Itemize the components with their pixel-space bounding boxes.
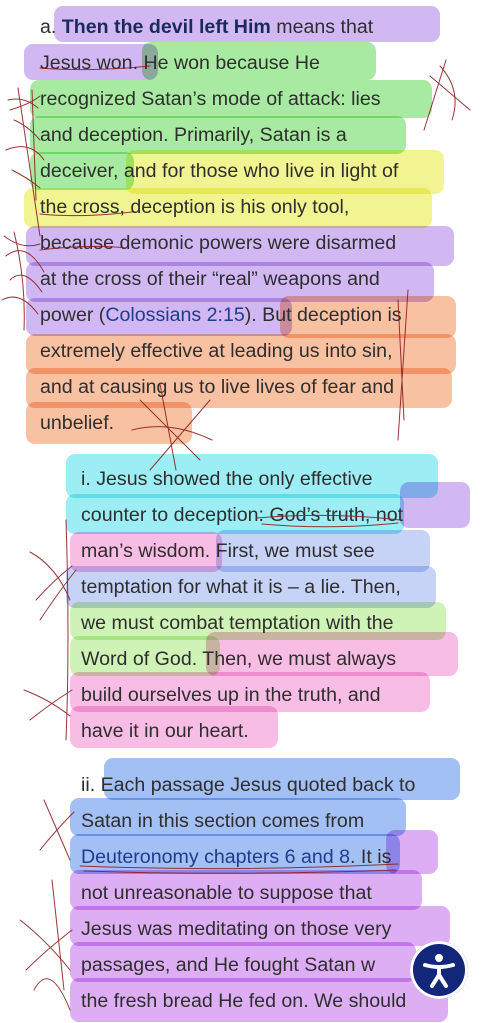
text-line: build ourselves up in the truth, and [81,684,381,706]
text-line: temptation for what it is – a lie. Then, [81,576,401,598]
highlight-violet [386,830,438,874]
text-line: ii. Each passage Jesus quoted back to [81,774,416,796]
text-line: Jesus was meditating on those very [81,918,392,940]
ink-margin-line [65,519,69,741]
text-line: Word of God. Then, we must always [81,648,397,670]
verse-phrase-bold: Then the devil left Him [61,16,271,38]
text-line: Deuteronomy chapters 6 and 8. It is [81,839,391,875]
ink-scribble [19,919,73,1011]
text-line: and deception. Primarily, Satan is a [40,124,347,146]
text-span: . He won because He [132,52,320,74]
text-line: deceiver, and for those who live in ligh… [40,160,399,182]
text-span: means that [270,16,374,38]
text-line: recognized Satan’s mode of attack: lies [40,88,381,110]
scripture-link-colossians[interactable]: Colossians 2:15 [105,304,244,326]
text-line: and at causing us to live lives of fear … [40,376,394,398]
text-line: power (Colossians 2:15). But deception i… [40,297,402,333]
text-line: the fresh bread He fed on. We should [81,990,407,1012]
text-line: Jesus won. He won because He [40,45,320,81]
text-span: power ( [40,304,106,326]
text-line: the cross, deception is his only tool, [40,196,350,218]
ink-margin-line [13,231,25,331]
accessibility-icon [423,954,455,988]
text-line: counter to deception: God’s truth, not [81,504,404,526]
highlight-purple [400,482,470,528]
ink-scribble [23,689,73,721]
text-span: Jesus won [40,52,133,74]
scripture-link-deuteronomy[interactable]: Deuteronomy chapters 6 and 8 [81,846,350,868]
text-line: unbelief. [40,412,115,434]
text-span: . It is [350,846,392,868]
text-line: because demonic powers were disarmed [40,232,397,254]
accessibility-button[interactable] [410,941,468,999]
list-marker: a. [40,16,62,38]
text-line: not unreasonable to suppose that [81,882,372,904]
text-line: i. Jesus showed the only effective [81,468,373,490]
text-line: passages, and He fought Satan w [81,954,376,976]
text-line: extremely effective at leading us into s… [40,340,393,362]
text-line: at the cross of their “real” weapons and [40,268,380,290]
text-line: a. Then the devil left Him means that [40,9,373,45]
text-line: Satan in this section comes from [81,810,365,832]
text-line: man’s wisdom. First, we must see [81,540,375,562]
text-line: have it in our heart. [81,720,249,742]
text-span: ). But deception is [244,304,402,326]
ink-scribble [39,799,75,991]
text-line: we must combat temptation with the [81,612,394,634]
